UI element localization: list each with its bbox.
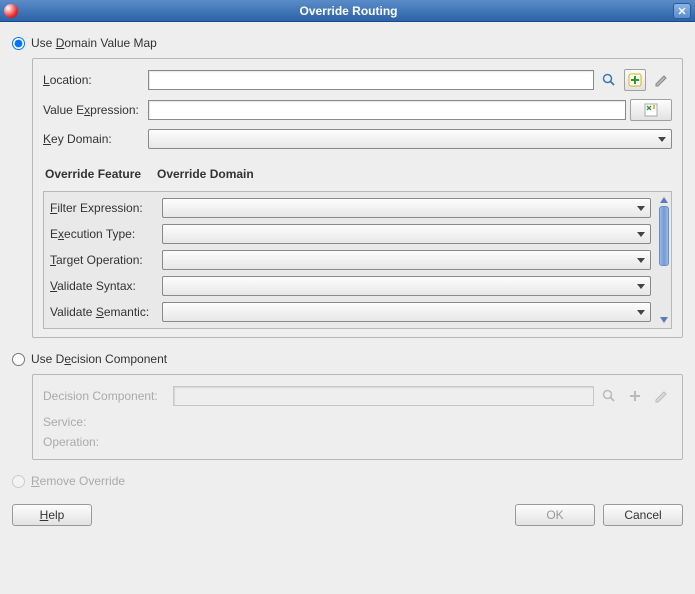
search-icon[interactable] bbox=[598, 69, 620, 91]
scrollbar[interactable] bbox=[659, 196, 669, 324]
value-expression-label: Value Expression: bbox=[43, 103, 148, 117]
execution-type-label: Execution Type: bbox=[50, 227, 162, 241]
use-decision-radio[interactable] bbox=[12, 353, 25, 366]
override-feature-header: Override Feature bbox=[45, 167, 157, 181]
location-input[interactable] bbox=[148, 70, 594, 90]
ok-button: OK bbox=[515, 504, 595, 526]
key-domain-select[interactable] bbox=[148, 129, 672, 149]
use-domain-value-map-option[interactable]: Use Domain Value Map bbox=[12, 36, 683, 50]
scroll-down-icon[interactable] bbox=[659, 316, 669, 324]
use-decision-label: Use Decision Component bbox=[31, 352, 167, 366]
window-title: Override Routing bbox=[24, 4, 673, 18]
validate-syntax-select[interactable] bbox=[162, 276, 651, 296]
edit-icon[interactable] bbox=[650, 69, 672, 91]
use-dvm-label: Use Domain Value Map bbox=[31, 36, 157, 50]
filter-expression-label: Filter Expression: bbox=[50, 201, 162, 215]
validate-semantic-label: Validate Semantic: bbox=[50, 305, 162, 319]
service-label: Service: bbox=[43, 415, 672, 429]
remove-override-radio bbox=[12, 475, 25, 488]
location-label: Location: bbox=[43, 73, 148, 87]
edit-icon bbox=[650, 385, 672, 407]
target-operation-select[interactable] bbox=[162, 250, 651, 270]
validate-syntax-label: Validate Syntax: bbox=[50, 279, 162, 293]
scroll-thumb[interactable] bbox=[659, 206, 669, 266]
key-domain-label: Key Domain: bbox=[43, 132, 148, 146]
operation-label: Operation: bbox=[43, 435, 672, 449]
add-icon[interactable] bbox=[624, 69, 646, 91]
filter-expression-select[interactable] bbox=[162, 198, 651, 218]
override-list: Filter Expression: Execution Type: Targe… bbox=[43, 191, 672, 329]
add-icon bbox=[624, 385, 646, 407]
app-icon bbox=[4, 4, 18, 18]
remove-override-option: Remove Override bbox=[12, 474, 683, 488]
use-dvm-radio[interactable] bbox=[12, 37, 25, 50]
override-columns-header: Override Feature Override Domain bbox=[43, 157, 672, 191]
help-button[interactable]: Help bbox=[12, 504, 92, 526]
dialog-buttons: Help OK Cancel bbox=[0, 496, 695, 538]
cancel-button[interactable]: Cancel bbox=[603, 504, 683, 526]
decision-group: Decision Component: Service: Operation: bbox=[32, 374, 683, 460]
dvm-group: Location: Value Expression: bbox=[32, 58, 683, 338]
scroll-up-icon[interactable] bbox=[659, 196, 669, 204]
remove-override-label: Remove Override bbox=[31, 474, 125, 488]
validate-semantic-select[interactable] bbox=[162, 302, 651, 322]
expression-builder-icon[interactable] bbox=[630, 99, 672, 121]
close-button[interactable] bbox=[673, 3, 691, 19]
search-icon bbox=[598, 385, 620, 407]
decision-component-input bbox=[173, 386, 594, 406]
value-expression-input[interactable] bbox=[148, 100, 626, 120]
override-domain-header: Override Domain bbox=[157, 167, 254, 181]
execution-type-select[interactable] bbox=[162, 224, 651, 244]
target-operation-label: Target Operation: bbox=[50, 253, 162, 267]
titlebar: Override Routing bbox=[0, 0, 695, 22]
decision-component-label: Decision Component: bbox=[43, 389, 173, 403]
use-decision-component-option[interactable]: Use Decision Component bbox=[12, 352, 683, 366]
